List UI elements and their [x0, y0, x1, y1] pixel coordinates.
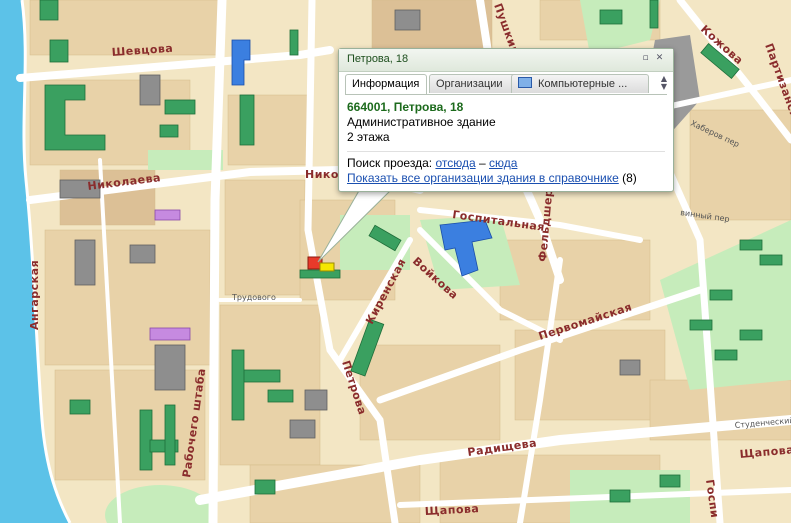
building — [239, 369, 281, 383]
building-gray — [154, 344, 186, 391]
building-gray — [74, 239, 96, 286]
building-yellow — [319, 262, 335, 272]
building-info-popup: Петрова, 18 ▫ ✕ Информация Организации К… — [338, 48, 674, 192]
route-search-row: Поиск проезда: отсюда – сюда — [347, 156, 665, 171]
monitor-icon — [518, 77, 532, 88]
building — [239, 94, 255, 146]
building — [739, 239, 763, 251]
building — [254, 479, 276, 495]
city-block — [371, 0, 493, 51]
building-floors: 2 этажа — [347, 130, 390, 144]
building-type: Административное здание — [347, 115, 496, 129]
route-to-link[interactable]: сюда — [489, 156, 517, 170]
route-from-link[interactable]: отсюда — [435, 156, 475, 170]
building — [609, 489, 631, 503]
street-label-angarskaya: Ангарская — [28, 260, 41, 330]
building — [49, 39, 69, 63]
tab-label: Информация — [352, 78, 420, 90]
street-label-trudovoy: Трудового — [231, 293, 276, 302]
building — [231, 349, 245, 421]
building-gray — [394, 9, 421, 31]
building — [714, 349, 738, 361]
building — [69, 399, 91, 415]
popup-title: Петрова, 18 — [347, 53, 409, 65]
building — [739, 329, 763, 341]
tab-organizations[interactable]: Организации — [429, 74, 519, 93]
tab-divider — [345, 94, 667, 95]
building — [689, 319, 713, 331]
content-divider — [347, 151, 665, 152]
building-address: 664001, Петрова, 18 — [347, 100, 464, 114]
tab-information[interactable]: Информация — [345, 74, 427, 95]
building-gray — [139, 74, 161, 106]
route-search-label: Поиск проезда: — [347, 156, 433, 170]
popup-tabs: Информация Организации Компьютерные ... … — [345, 74, 669, 95]
building-gray — [129, 244, 156, 264]
building-gray — [304, 389, 328, 411]
close-icon[interactable]: ✕ — [654, 53, 665, 64]
building — [649, 0, 659, 29]
building-purple — [154, 209, 181, 221]
city-block — [224, 179, 306, 296]
building — [164, 404, 176, 466]
building — [759, 254, 783, 266]
tabs-scroll-icon[interactable]: ▲ ▼ — [659, 75, 669, 91]
tab-label: Организации — [436, 78, 503, 90]
pin-icon[interactable]: ▫ — [640, 53, 651, 64]
building — [159, 124, 179, 138]
building-gray — [619, 359, 641, 376]
show-all-row: Показать все организации здания в справо… — [347, 171, 665, 186]
popup-content: 664001, Петрова, 18 Административное зда… — [347, 100, 665, 186]
building — [267, 389, 294, 403]
building — [659, 474, 681, 488]
tab-computer[interactable]: Компьютерные ... — [511, 74, 649, 93]
map-viewport[interactable]: Шевцова Николаева Никол Ангарская Рабоче… — [0, 0, 791, 523]
route-dash: – — [478, 156, 486, 170]
building-purple — [149, 327, 191, 341]
building-gray — [289, 419, 316, 439]
building — [39, 0, 59, 21]
show-all-organizations-link[interactable]: Показать все организации здания в справо… — [347, 171, 619, 185]
tab-label: Компьютерные ... — [538, 78, 628, 90]
building — [709, 289, 733, 301]
building — [164, 99, 196, 115]
popup-title-bar[interactable]: Петрова, 18 ▫ ✕ — [339, 49, 673, 72]
building — [599, 9, 623, 25]
organization-count: (8) — [622, 171, 637, 185]
building — [289, 29, 299, 56]
